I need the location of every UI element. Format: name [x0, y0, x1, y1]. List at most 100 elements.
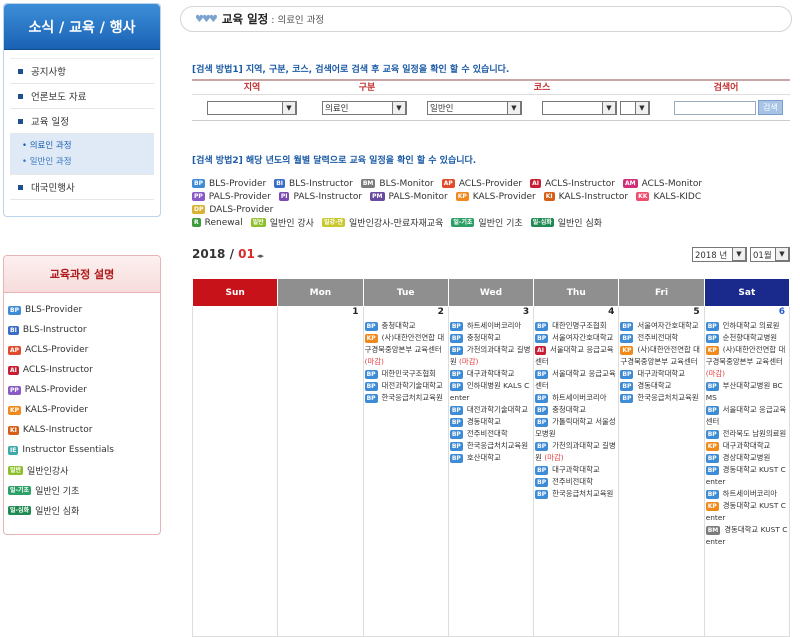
calendar-event[interactable]: BP 전주비전대학: [535, 476, 617, 488]
calendar-event[interactable]: BP 대한민국구조협회: [364, 368, 447, 380]
calendar-event[interactable]: BP 충청대학교: [449, 332, 532, 344]
menu-item-schedule[interactable]: 교육 일정: [10, 109, 154, 134]
course-badge-icon: PP: [192, 192, 205, 201]
calendar-event[interactable]: BP 하트세이버코리아: [535, 392, 617, 404]
course-item[interactable]: KP KALS-Provider: [8, 400, 160, 420]
event-label: 하트세이버코리아: [466, 321, 522, 330]
calendar-event[interactable]: BP 하트세이버코리아: [449, 320, 532, 332]
course-badge-icon: BP: [449, 321, 463, 331]
legend-label: BLS-Provider: [208, 178, 267, 189]
menu-header: 소식 / 교육 / 행사: [4, 4, 160, 50]
calendar-event[interactable]: BP 서울대학교 응급교육센터: [705, 404, 788, 428]
course-item[interactable]: PP PALS-Provider: [8, 380, 160, 400]
weekday-header: Thu: [533, 278, 620, 307]
calendar-event[interactable]: BP 가천의과대학교 길병원 (마감): [535, 440, 617, 464]
calendar-event[interactable]: BP 서울여자간호대학교: [535, 332, 617, 344]
menu-item-press[interactable]: 언론보도 자료: [10, 84, 154, 109]
calendar-event[interactable]: BP 경동대학교 KUST Center: [705, 464, 788, 488]
menu-item-public-event[interactable]: 대국민행사: [10, 175, 154, 200]
calendar-event[interactable]: BP 충청대학교: [535, 404, 617, 416]
course-badge-icon: PI: [278, 192, 290, 201]
calendar-event[interactable]: BP 한국응급처치교육원: [535, 488, 617, 500]
region-select[interactable]: ▼: [207, 100, 297, 115]
calendar-event[interactable]: KP 대구과학대학교: [705, 440, 788, 452]
calendar-event[interactable]: KP (사)대한안전연합 대구경북중앙본부 교육센터 (마감): [364, 332, 447, 368]
calendar-week-row: 1 2 BP 충청대학교 KP (사)대한안전연합 대구경북중앙본부 교육센터 (마감) B…: [191, 306, 791, 637]
course-badge-icon: BP: [705, 465, 719, 475]
month-select[interactable]: 01월 ▼: [750, 247, 790, 262]
calendar-event[interactable]: BP 전라북도 남원의료원: [705, 428, 788, 440]
calendar-event[interactable]: BP 가톨릭대학교 서울성모병원: [535, 416, 617, 440]
event-label: 대전과학기술대학교: [466, 405, 529, 414]
calendar-event[interactable]: BP 순천향대학교병원: [705, 332, 788, 344]
course-badge-icon: 일-기초: [451, 218, 475, 227]
course-badge-icon: 일반: [250, 218, 266, 227]
calendar-event[interactable]: KP 경동대학교 KUST Center: [705, 500, 788, 524]
calendar-event[interactable]: BP 한국응급처치교육원: [364, 392, 447, 404]
calendar-event[interactable]: BP 인하대병원 KALS Center: [449, 380, 532, 404]
course-select-3[interactable]: ▼: [620, 100, 650, 115]
legend-label: 일반인 기초: [478, 219, 523, 229]
calendar-event[interactable]: BP 경동대학교: [449, 416, 532, 428]
keyword-input[interactable]: [674, 100, 756, 115]
event-label: 서울여자간호대학교: [552, 333, 614, 342]
course-select-2[interactable]: ▼: [542, 100, 617, 115]
calendar-event[interactable]: BP 호산대학교: [449, 452, 532, 464]
month-nav-icon[interactable]: ◂▸: [257, 252, 264, 260]
course-item[interactable]: AP ACLS-Provider: [8, 340, 160, 360]
bullet-square-icon: [18, 184, 23, 190]
calendar-event[interactable]: BP 전주비전대학: [449, 428, 532, 440]
course-badge-icon: KI: [8, 425, 19, 435]
calendar-event[interactable]: KP (사)대한안전연합 대구경북중앙본부 교육센터: [620, 344, 702, 368]
calendar-event[interactable]: BP 한국응급처치교육원: [620, 392, 702, 404]
course-item-label: Instructor Essentials: [22, 445, 114, 455]
submenu-item-general[interactable]: • 일반인 과정: [22, 154, 154, 170]
course-badge-icon: BP: [705, 321, 719, 331]
menu-box: 소식 / 교육 / 행사 공지사항 언론보도 자료 교육 일정 • 의료인 과정…: [3, 3, 161, 217]
calendar-event[interactable]: BP 하트세이버코리아: [705, 488, 788, 500]
calendar-event[interactable]: BP 부산대학교병원 BCMS: [705, 380, 788, 404]
chevron-down-icon: ▼: [732, 247, 746, 261]
calendar-event[interactable]: BP 서울대학교 응급교육센터: [535, 368, 617, 392]
calendar-event[interactable]: BP 대전과학기술대학교: [364, 380, 447, 392]
submenu-item-medical[interactable]: • 의료인 과정: [22, 138, 154, 154]
calendar-event[interactable]: BP 전주비전대학: [620, 332, 702, 344]
course-item[interactable]: AI ACLS-Instructor: [8, 360, 160, 380]
calendar-event[interactable]: BP 경상대학교병원: [705, 452, 788, 464]
calendar-event[interactable]: BM 경동대학교 KUST Center: [705, 524, 788, 548]
course-item[interactable]: 일-기초 일반인 기초: [8, 480, 160, 500]
page-subtitle: : 의료인 과정: [271, 15, 325, 26]
course-badge-icon: KP: [705, 441, 719, 451]
calendar-event[interactable]: BP 경동대학교: [620, 380, 702, 392]
calendar-day-cell: 4 BP 대한인명구조협회 BP 서울여자간호대학교 AI 서울대학교 응급교육센터 BP 서울…: [533, 306, 620, 637]
calendar-event[interactable]: BP 서울여자간호대학교: [620, 320, 702, 332]
course-item[interactable]: IE Instructor Essentials: [8, 440, 160, 460]
course-badge-icon: BP: [620, 333, 634, 343]
calendar-event[interactable]: BP 가천의과대학교 길병원 (마감): [449, 344, 532, 368]
calendar-event[interactable]: AI 서울대학교 응급교육센터: [535, 344, 617, 368]
course-select-1[interactable]: 일반인 ▼: [427, 100, 522, 115]
day-number: 6: [778, 307, 785, 317]
legend-item: BM BLS-Monitor: [360, 179, 434, 189]
course-item[interactable]: 일반 일반인강사: [8, 460, 160, 480]
calendar-event[interactable]: BP 인하대학교 의료원: [705, 320, 788, 332]
course-item[interactable]: 일-심화 일반인 심화: [8, 500, 160, 520]
calendar-event[interactable]: KP (사)대한안전연합 대구경북중앙본부 교육센터 (마감): [705, 344, 788, 380]
main: ♥♥♥ 교육 일정 : 의료인 과정 [검색 방법1] 지역, 구분, 코스, …: [180, 0, 800, 637]
calendar-event[interactable]: BP 한국응급처치교육원: [449, 440, 532, 452]
type-select[interactable]: 의료인 ▼: [322, 100, 407, 115]
calendar-event[interactable]: BP 대구과학대학교: [620, 368, 702, 380]
course-item[interactable]: BI BLS-Instructor: [8, 320, 160, 340]
calendar-event[interactable]: BP 대구과학대학교: [449, 368, 532, 380]
search-button[interactable]: 검색: [758, 100, 783, 115]
calendar-event[interactable]: BP 충청대학교: [364, 320, 447, 332]
calendar-event[interactable]: BP 대구과학대학교: [535, 464, 617, 476]
year-select[interactable]: 2018 년 ▼: [692, 247, 747, 262]
course-item[interactable]: KI KALS-Instructor: [8, 420, 160, 440]
menu-item-notice[interactable]: 공지사항: [10, 59, 154, 84]
calendar-event[interactable]: BP 대한인명구조협회: [535, 320, 617, 332]
menu-item-label: 교육 일정: [31, 117, 69, 128]
course-badge-icon: BP: [192, 179, 205, 188]
calendar-event[interactable]: BP 대전과학기술대학교: [449, 404, 532, 416]
course-item[interactable]: BP BLS-Provider: [8, 300, 160, 320]
